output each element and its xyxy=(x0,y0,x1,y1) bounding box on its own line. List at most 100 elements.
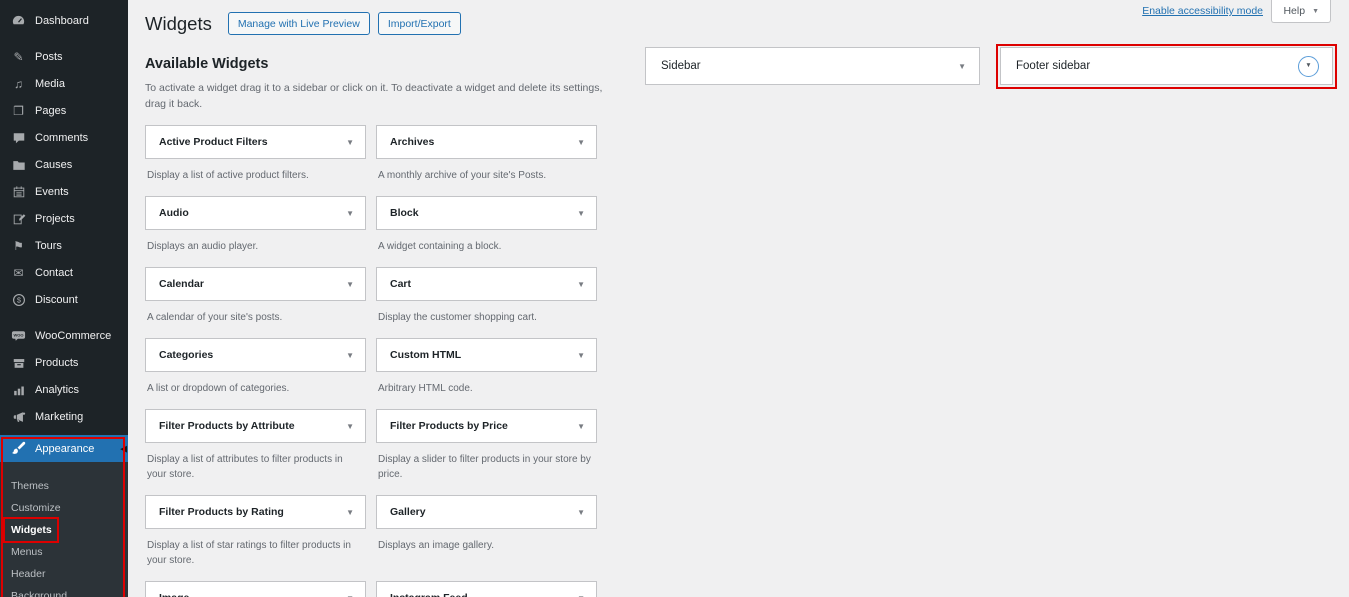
chevron-down-icon: ▼ xyxy=(346,594,354,597)
sidebar-item-label: Discount xyxy=(35,294,78,306)
sidebar-item-dashboard[interactable]: Dashboard xyxy=(0,7,128,34)
widget-description: A list or dropdown of categories. xyxy=(147,381,364,396)
widget-title: Filter Products by Rating xyxy=(159,506,284,518)
help-dropdown-button[interactable]: Help ▼ xyxy=(1271,0,1331,23)
widget-description: Displays an audio player. xyxy=(147,239,364,254)
available-widgets-description: To activate a widget drag it to a sideba… xyxy=(145,80,617,112)
manage-live-preview-button[interactable]: Manage with Live Preview xyxy=(228,12,370,35)
sidebar-item-causes[interactable]: Causes xyxy=(0,151,128,178)
dashboard-icon xyxy=(10,13,27,28)
widget-card-active-product-filters: Active Product Filters ▼ Display a list … xyxy=(145,125,366,196)
widget-card-categories: Categories ▼ A list or dropdown of categ… xyxy=(145,338,366,409)
sidebar-item-analytics[interactable]: Analytics xyxy=(0,376,128,403)
widget-toggle[interactable]: Categories ▼ xyxy=(145,338,366,372)
sidebar-item-label: Tours xyxy=(35,240,62,252)
chevron-down-icon: ▼ xyxy=(1312,8,1319,15)
chevron-down-icon: ▼ xyxy=(346,351,354,360)
footer-sidebar-panel-title: Footer sidebar xyxy=(1016,60,1090,72)
sidebar-item-marketing[interactable]: Marketing xyxy=(0,403,128,430)
svg-text:WOO: WOO xyxy=(13,333,23,338)
widget-toggle[interactable]: Instagram Feed ▼ xyxy=(376,581,597,597)
sidebar-item-label: WooCommerce xyxy=(35,330,111,342)
widget-toggle[interactable]: Filter Products by Attribute ▼ xyxy=(145,409,366,443)
widget-description: Display a list of active product filters… xyxy=(147,168,364,183)
widget-card-calendar: Calendar ▼ A calendar of your site's pos… xyxy=(145,267,366,338)
chevron-down-icon: ▼ xyxy=(958,62,966,71)
chevron-down-icon: ▼ xyxy=(577,594,585,597)
sidebar-item-tours[interactable]: ⚑ Tours xyxy=(0,232,128,259)
sidebar-item-projects[interactable]: Projects xyxy=(0,205,128,232)
widget-card-instagram-feed: Instagram Feed ▼ Display your Instagram … xyxy=(376,581,597,597)
media-icon: ♫ xyxy=(10,78,27,90)
chevron-down-icon: ▼ xyxy=(346,280,354,289)
chevron-down-icon: ▼ xyxy=(577,280,585,289)
widget-description: A widget containing a block. xyxy=(378,239,595,254)
submenu-item-themes[interactable]: Themes xyxy=(0,475,128,497)
sidebar-item-appearance[interactable]: Appearance ◀ xyxy=(0,435,128,462)
widget-toggle[interactable]: Audio ▼ xyxy=(145,196,366,230)
sidebar-item-discount[interactable]: $ Discount xyxy=(0,286,128,313)
widget-toggle[interactable]: Image ▼ xyxy=(145,581,366,597)
tours-flag-icon: ⚑ xyxy=(10,240,27,252)
widget-toggle[interactable]: Filter Products by Rating ▼ xyxy=(145,495,366,529)
chevron-down-icon: ▼ xyxy=(346,422,354,431)
widget-toggle[interactable]: Archives ▼ xyxy=(376,125,597,159)
widget-card-filter-rating: Filter Products by Rating ▼ Display a li… xyxy=(145,495,366,581)
sidebar-item-label: Posts xyxy=(35,51,63,63)
widget-toggle[interactable]: Cart ▼ xyxy=(376,267,597,301)
submenu-item-menus[interactable]: Menus xyxy=(0,541,128,563)
sidebar-item-contact[interactable]: ✉ Contact xyxy=(0,259,128,286)
widget-toggle[interactable]: Gallery ▼ xyxy=(376,495,597,529)
widget-description: Display a list of attributes to filter p… xyxy=(147,452,364,482)
chevron-down-icon: ▼ xyxy=(346,138,354,147)
widget-card-cart: Cart ▼ Display the customer shopping car… xyxy=(376,267,597,338)
widget-toggle[interactable]: Active Product Filters ▼ xyxy=(145,125,366,159)
appearance-submenu: Themes Customize Widgets Menus Header Ba… xyxy=(0,462,128,597)
widget-toggle[interactable]: Block ▼ xyxy=(376,196,597,230)
widget-toggle[interactable]: Custom HTML ▼ xyxy=(376,338,597,372)
import-export-button[interactable]: Import/Export xyxy=(378,12,461,35)
submenu-item-customize[interactable]: Customize xyxy=(0,497,128,519)
widget-description: Arbitrary HTML code. xyxy=(378,381,595,396)
widget-card-audio: Audio ▼ Displays an audio player. xyxy=(145,196,366,267)
sidebar-item-woocommerce[interactable]: WOO WooCommerce xyxy=(0,322,128,349)
footer-sidebar-panel-header[interactable]: Footer sidebar ▼ xyxy=(1000,47,1333,85)
woocommerce-icon: WOO xyxy=(10,328,27,343)
sidebar-item-pages[interactable]: ❐ Pages xyxy=(0,97,128,124)
contact-envelope-icon: ✉ xyxy=(10,267,27,279)
circled-chevron-down-icon[interactable]: ▼ xyxy=(1298,56,1319,77)
widget-title: Audio xyxy=(159,207,189,219)
sidebar-panel-header[interactable]: Sidebar ▼ xyxy=(645,47,980,85)
posts-icon: ✎ xyxy=(10,51,27,63)
submenu-item-header[interactable]: Header xyxy=(0,563,128,585)
sidebar-item-comments[interactable]: Comments xyxy=(0,124,128,151)
widget-description: Display a slider to filter products in y… xyxy=(378,452,595,482)
widget-description: Display the customer shopping cart. xyxy=(378,310,595,325)
widget-title: Filter Products by Price xyxy=(390,420,508,432)
analytics-chart-icon xyxy=(10,383,27,397)
widget-card-gallery: Gallery ▼ Displays an image gallery. xyxy=(376,495,597,581)
sidebar-item-products[interactable]: Products xyxy=(0,349,128,376)
widget-title: Gallery xyxy=(390,506,426,518)
discount-dollar-icon: $ xyxy=(10,293,27,307)
widget-title: Custom HTML xyxy=(390,349,461,361)
sidebar-item-posts[interactable]: ✎ Posts xyxy=(0,43,128,70)
sidebar-item-media[interactable]: ♫ Media xyxy=(0,70,128,97)
enable-accessibility-mode-link[interactable]: Enable accessibility mode xyxy=(1142,5,1263,17)
widget-description: A calendar of your site's posts. xyxy=(147,310,364,325)
submenu-item-background[interactable]: Background xyxy=(0,585,128,597)
available-widgets-list: Active Product Filters ▼ Display a list … xyxy=(145,125,1349,597)
sidebar-item-events[interactable]: Events xyxy=(0,178,128,205)
widget-title: Image xyxy=(159,592,189,597)
sidebar-item-label: Events xyxy=(35,186,69,198)
widget-description: Displays an image gallery. xyxy=(378,538,595,553)
widget-toggle[interactable]: Calendar ▼ xyxy=(145,267,366,301)
sidebar-item-label: Analytics xyxy=(35,384,79,396)
comments-icon xyxy=(10,131,27,145)
widget-toggle[interactable]: Filter Products by Price ▼ xyxy=(376,409,597,443)
sidebar-panel-title: Sidebar xyxy=(661,60,701,72)
submenu-item-widgets[interactable]: Widgets xyxy=(0,519,128,541)
widget-title: Calendar xyxy=(159,278,204,290)
widget-title: Block xyxy=(390,207,419,219)
widget-title: Cart xyxy=(390,278,411,290)
